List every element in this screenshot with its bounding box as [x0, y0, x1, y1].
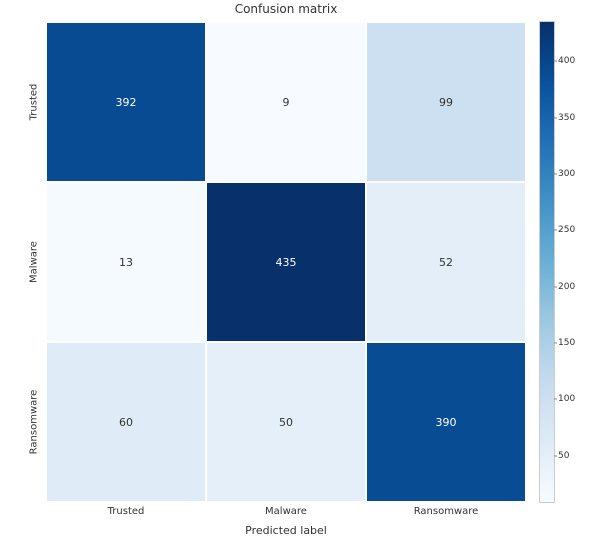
cell-trusted-malware: 9 [206, 22, 366, 182]
colorbar-tick-50: 50 [558, 451, 569, 461]
colorbar-tick-250: 250 [558, 225, 575, 235]
confusion-matrix-figure: Confusion matrix 39299913435526050390 Tr… [0, 0, 600, 551]
heatmap-plot-area: 39299913435526050390 [46, 22, 526, 502]
cell-trusted-ransomware: 99 [366, 22, 526, 182]
cell-malware-trusted: 13 [46, 182, 206, 342]
colorbar-tick-200: 200 [558, 282, 575, 292]
cell-malware-ransomware: 52 [366, 182, 526, 342]
x-tick-2: Ransomware [414, 506, 479, 517]
y-tick-2: Ransomware [29, 390, 40, 455]
x-tick-0: Trusted [108, 506, 145, 517]
y-tick-0: Trusted [29, 84, 40, 121]
cell-ransomware-malware: 50 [206, 342, 366, 502]
x-tick-1: Malware [265, 506, 307, 517]
colorbar-tick-400: 400 [558, 56, 575, 66]
heatmap-grid: 39299913435526050390 [46, 22, 526, 502]
x-axis-label: Predicted label [46, 524, 526, 537]
chart-title: Confusion matrix [46, 2, 526, 16]
cell-malware-malware: 435 [206, 182, 366, 342]
colorbar-tick-350: 350 [558, 113, 575, 123]
colorbar-tick-300: 300 [558, 169, 575, 179]
cell-trusted-trusted: 392 [46, 22, 206, 182]
colorbar-tick-100: 100 [558, 394, 575, 404]
cell-ransomware-trusted: 60 [46, 342, 206, 502]
y-tick-1: Malware [29, 241, 40, 283]
colorbar-gradient [540, 22, 554, 502]
cell-ransomware-ransomware: 390 [366, 342, 526, 502]
colorbar [540, 22, 554, 502]
colorbar-tick-150: 150 [558, 338, 575, 348]
